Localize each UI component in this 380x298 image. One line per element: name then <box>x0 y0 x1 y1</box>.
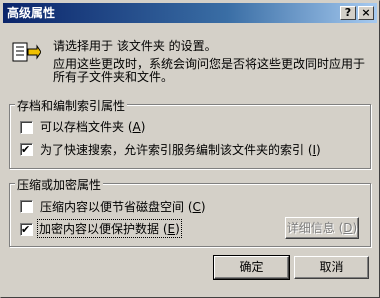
compress-checkbox[interactable] <box>20 200 33 213</box>
folder-settings-icon <box>12 42 41 62</box>
help-button[interactable]: ? <box>340 6 356 20</box>
index-label[interactable]: 为了快速搜索，允许索引服务编制该文件夹的索引 (I) <box>40 141 321 158</box>
close-button[interactable]: × <box>358 6 374 20</box>
intro-line-1: 请选择用于 该文件夹 的设置。 <box>53 39 217 53</box>
title-bar[interactable]: 高级属性 ? × <box>3 3 377 23</box>
dialog-title: 高级属性 <box>7 6 56 20</box>
encrypt-checkbox[interactable]: ✔ <box>20 223 33 236</box>
compress-group-title: 压缩或加密属性 <box>15 176 104 193</box>
archive-group-title: 存档和编制索引属性 <box>15 97 128 114</box>
compress-label[interactable]: 压缩内容以便节省磁盘空间 (C) <box>40 198 206 215</box>
checkmark-icon: ✔ <box>21 143 31 156</box>
index-checkbox[interactable]: ✔ <box>20 143 33 156</box>
ok-button[interactable]: 确定 <box>213 255 290 280</box>
archive-checkbox[interactable] <box>20 121 33 134</box>
intro-line-3: 所有子文件夹和文件。 <box>53 70 174 84</box>
details-button[interactable]: 详细信息 (D) <box>285 217 359 239</box>
archive-label[interactable]: 可以存档文件夹 (A) <box>40 118 145 135</box>
encrypt-label[interactable]: 加密内容以便保护数据 (E) <box>37 219 182 238</box>
checkmark-icon: ✔ <box>21 223 31 236</box>
advanced-attributes-dialog: 高级属性 ? × 请选择用于 该文件夹 的设置。 应用这些更改时，系统会询问您是… <box>0 0 380 298</box>
cancel-button[interactable]: 取消 <box>294 256 369 279</box>
